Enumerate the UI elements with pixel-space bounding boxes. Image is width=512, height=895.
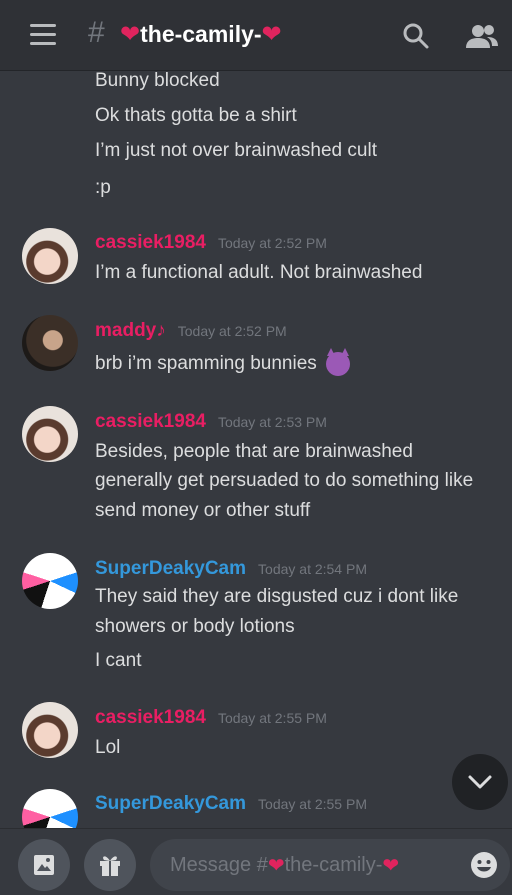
message-text: Ok thats gotta be a shirt <box>95 105 297 126</box>
search-icon[interactable] <box>402 22 430 50</box>
message-author[interactable]: SuperDeakyCam Today at 2:55 PM <box>95 793 367 815</box>
message-input[interactable]: Message # ❤ the-camily- ❤ <box>150 839 510 891</box>
message-text: I cant <box>95 650 142 671</box>
heart-icon: ❤ <box>120 21 141 48</box>
author-name: maddy♪ <box>95 320 166 341</box>
avatar[interactable] <box>22 789 78 828</box>
message-text: generally get persuaded to do something … <box>95 470 474 491</box>
message-author[interactable]: maddy♪ Today at 2:52 PM <box>95 320 287 342</box>
menu-icon[interactable] <box>30 24 56 46</box>
message-text: I’m a functional adult. Not brainwashed <box>95 262 423 283</box>
author-name: SuperDeakyCam <box>95 793 247 814</box>
message-text: brb i’m spamming bunnies <box>95 348 351 376</box>
chevron-down-icon <box>468 775 492 789</box>
avatar[interactable] <box>22 553 78 609</box>
message-author[interactable]: cassiek1984 Today at 2:52 PM <box>95 232 327 254</box>
message-text-content: brb i’m spamming bunnies <box>95 353 317 375</box>
placeholder-channel: the-camily- <box>284 853 383 876</box>
emoji-icon[interactable] <box>470 851 498 879</box>
message-text: Lol <box>95 737 121 758</box>
avatar[interactable] <box>22 228 78 284</box>
heart-icon: ❤ <box>261 21 282 48</box>
avatar[interactable] <box>22 702 78 758</box>
message-list[interactable]: Bunny blocked Ok thats gotta be a shirt … <box>0 70 512 828</box>
message-author[interactable]: SuperDeakyCam Today at 2:54 PM <box>95 558 367 580</box>
message-text: I’m just not over brainwashed cult <box>95 140 377 161</box>
author-name: SuperDeakyCam <box>95 558 247 579</box>
members-icon[interactable] <box>465 22 499 50</box>
heart-icon: ❤ <box>267 854 285 877</box>
image-icon <box>34 855 54 875</box>
message-text: send money or other stuff <box>95 500 311 521</box>
jump-to-bottom-button[interactable] <box>452 754 508 810</box>
message-text: :p <box>95 177 111 198</box>
message-timestamp: Today at 2:55 PM <box>217 710 327 726</box>
avatar[interactable] <box>22 315 78 371</box>
message-timestamp: Today at 2:55 PM <box>258 796 367 812</box>
message-timestamp: Today at 2:53 PM <box>217 414 327 430</box>
smiling-imp-emoji-icon <box>326 348 351 376</box>
avatar[interactable] <box>22 406 78 462</box>
message-text: Besides, people that are brainwashed <box>95 441 413 462</box>
gift-button[interactable] <box>84 839 136 891</box>
message-timestamp: Today at 2:54 PM <box>258 561 367 577</box>
heart-icon: ❤ <box>382 854 400 877</box>
hash-icon: # <box>88 16 105 49</box>
author-name: cassiek1984 <box>95 411 206 432</box>
author-name: cassiek1984 <box>95 707 206 728</box>
message-text: They said they are disgusted cuz i dont … <box>95 586 459 607</box>
channel-name-text: the-camily- <box>140 21 262 47</box>
message-composer: Message # ❤ the-camily- ❤ <box>0 828 512 895</box>
message-author[interactable]: cassiek1984 Today at 2:55 PM <box>95 707 327 729</box>
author-name: cassiek1984 <box>95 232 206 253</box>
message-timestamp: Today at 2:52 PM <box>217 235 327 251</box>
channel-header: # ❤ the-camily- ❤ <box>0 0 512 70</box>
message-timestamp: Today at 2:52 PM <box>177 323 287 339</box>
placeholder-prefix: Message # <box>170 853 268 876</box>
message-text: Bunny blocked <box>95 70 220 91</box>
message-author[interactable]: cassiek1984 Today at 2:53 PM <box>95 411 327 433</box>
upload-image-button[interactable] <box>18 839 70 891</box>
gift-icon <box>100 856 120 876</box>
channel-title[interactable]: ❤ the-camily- ❤ <box>120 20 282 49</box>
message-text: showers or body lotions <box>95 616 295 637</box>
